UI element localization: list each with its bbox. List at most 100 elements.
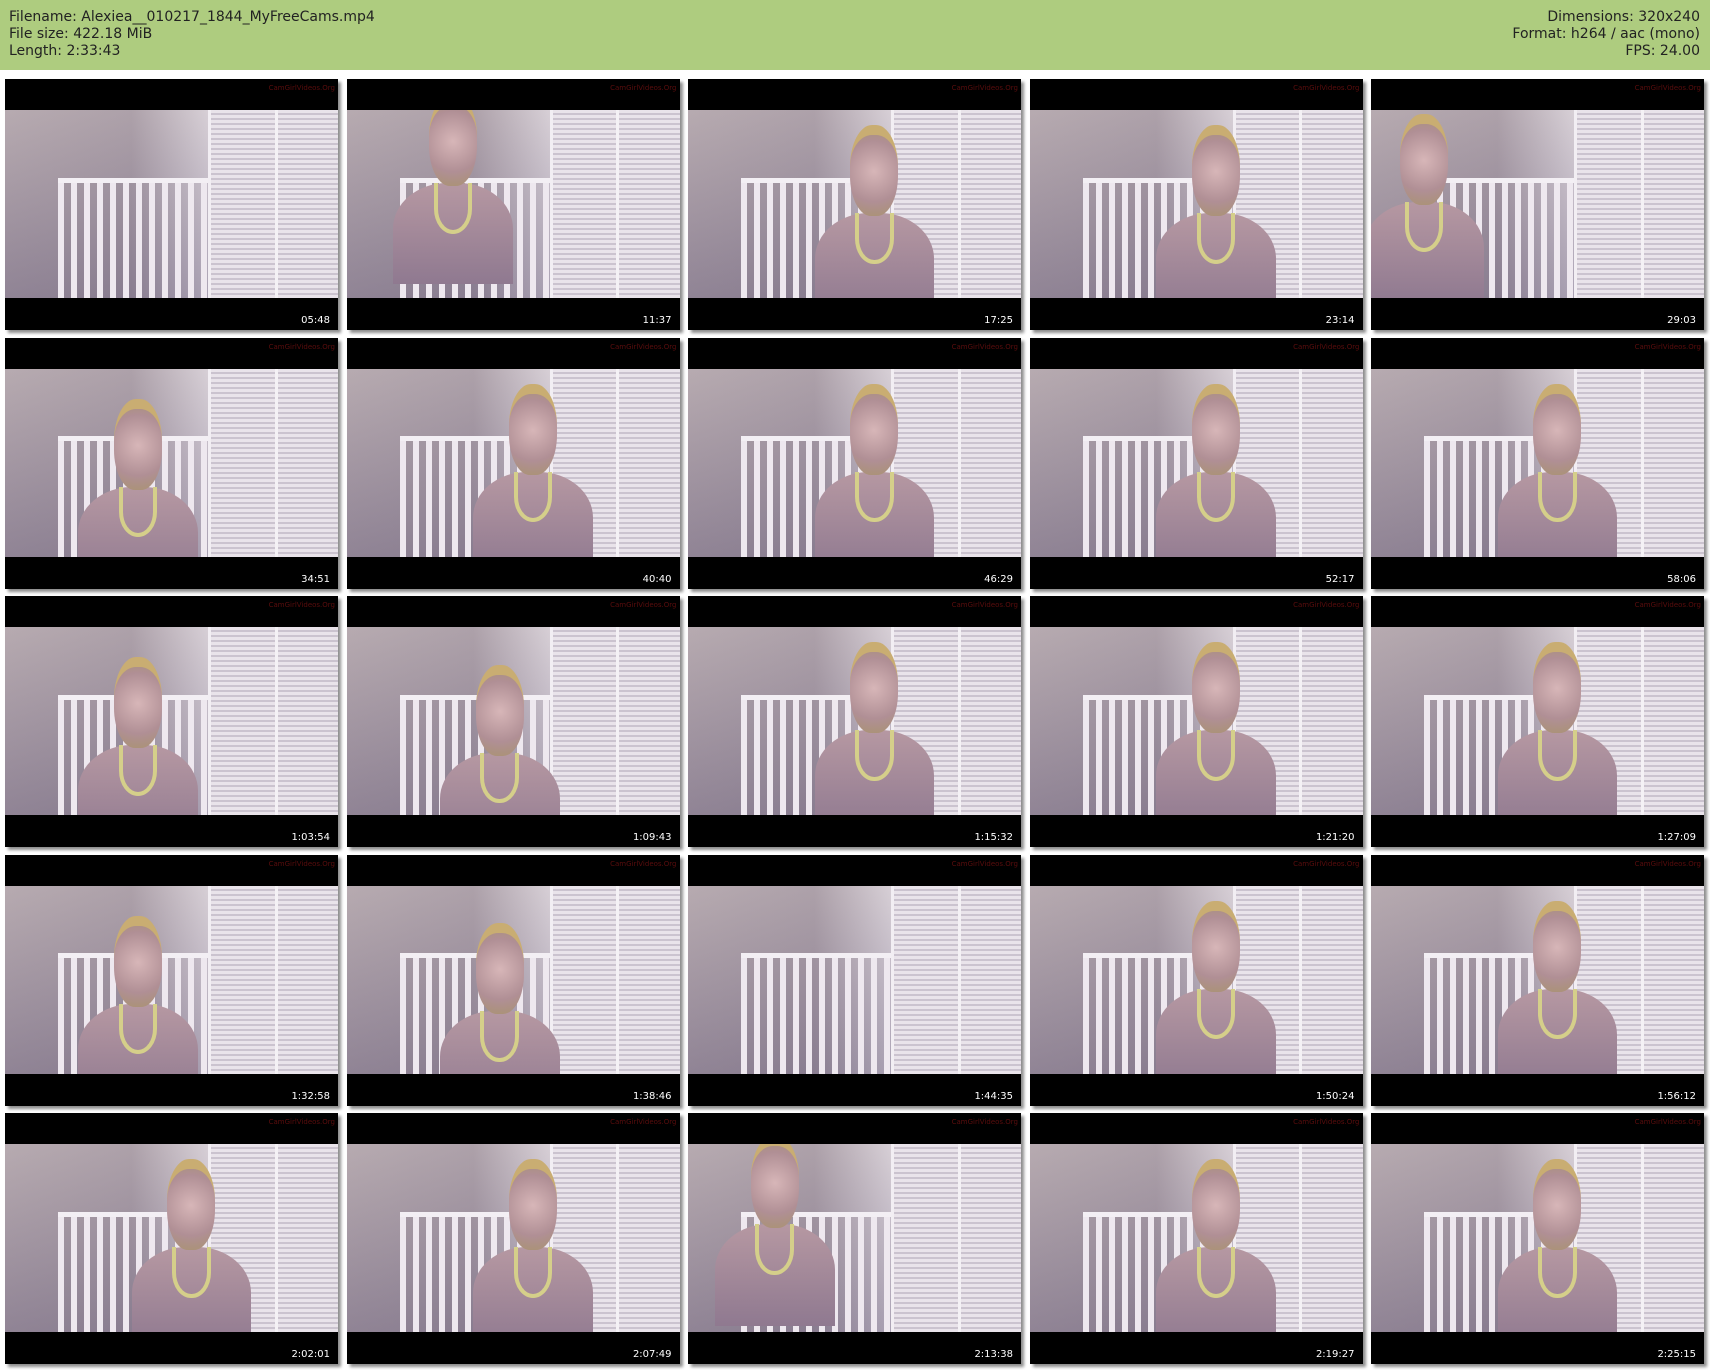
thumbnail[interactable]: CamGirlVideos.Org 46:29: [688, 337, 1021, 589]
thumbnail[interactable]: CamGirlVideos.Org 2:07:49: [346, 1113, 680, 1364]
person-strap: [1538, 1247, 1577, 1298]
person-head: [1533, 642, 1582, 734]
person-strap: [855, 213, 894, 264]
timestamp-label: 2:13:38: [974, 1349, 1013, 1360]
person-strap: [1196, 1247, 1236, 1298]
length-text: Length: 2:33:43: [9, 43, 121, 59]
video-frame-image: [346, 1144, 680, 1332]
closet-door-shape: [891, 885, 1021, 1074]
timestamp-label: 2:02:01: [291, 1349, 330, 1360]
file-info: Filename: Alexiea__010217_1844_MyFreeCam…: [9, 9, 375, 60]
thumbnail[interactable]: CamGirlVideos.Org 1:21:20: [1029, 596, 1363, 847]
video-frame-image: [688, 110, 1021, 298]
watermark-text: CamGirlVideos.Org: [951, 859, 1018, 868]
thumbnail[interactable]: CamGirlVideos.Org 1:27:09: [1371, 596, 1704, 847]
person-figure: [1497, 900, 1618, 1074]
thumbnail[interactable]: CamGirlVideos.Org 2:02:01: [5, 1113, 338, 1364]
person-head: [1533, 900, 1582, 992]
thumbnail[interactable]: CamGirlVideos.Org 1:15:32: [688, 596, 1021, 847]
person-figure: [1156, 900, 1276, 1074]
railing-shape: [741, 953, 895, 1074]
video-frame-image: [1029, 368, 1363, 557]
person-strap: [119, 745, 158, 796]
info-header: Filename: Alexiea__010217_1844_MyFreeCam…: [0, 0, 1710, 70]
closet-door-shape: [208, 110, 338, 298]
video-frame-image: [1371, 885, 1704, 1074]
video-frame-image: [1371, 627, 1704, 815]
timestamp-label: 1:50:24: [1315, 1090, 1355, 1102]
person-figure: [78, 915, 199, 1074]
person-strap: [513, 471, 553, 523]
watermark-text: CamGirlVideos.Org: [951, 342, 1018, 351]
watermark-text: CamGirlVideos.Org: [268, 1118, 335, 1126]
person-head: [1191, 900, 1240, 992]
person-head: [508, 383, 557, 475]
watermark-text: CamGirlVideos.Org: [951, 601, 1018, 609]
person-head: [1533, 383, 1582, 475]
person-strap: [1196, 730, 1236, 781]
person-strap: [1196, 988, 1236, 1040]
thumbnail[interactable]: CamGirlVideos.Org 1:50:24: [1029, 854, 1363, 1106]
thumbnail[interactable]: CamGirlVideos.Org 2:25:15: [1371, 1113, 1704, 1364]
person-figure: [439, 664, 560, 815]
thumbnail[interactable]: CamGirlVideos.Org 1:09:43: [346, 596, 680, 847]
closet-door-shape: [891, 1144, 1021, 1332]
closet-door-shape: [208, 368, 338, 557]
video-frame-image: [1029, 1144, 1363, 1332]
person-figure: [1156, 383, 1276, 557]
thumbnail[interactable]: CamGirlVideos.Org 1:32:58: [5, 854, 338, 1106]
filesize-text: File size: 422.18 MiB: [9, 26, 153, 42]
thumbnail[interactable]: CamGirlVideos.Org 23:14: [1029, 79, 1363, 330]
person-head: [850, 642, 899, 734]
video-frame-image: [5, 368, 338, 557]
person-strap: [513, 1247, 553, 1298]
person-strap: [172, 1247, 211, 1298]
person-head: [114, 915, 163, 1007]
person-figure: [473, 1159, 593, 1332]
video-frame-image: [688, 368, 1021, 557]
timestamp-label: 29:03: [1667, 315, 1696, 326]
timestamp-label: 17:25: [984, 315, 1013, 326]
person-head: [114, 657, 163, 749]
person-figure: [473, 383, 593, 557]
thumbnail[interactable]: CamGirlVideos.Org 40:40: [346, 337, 680, 589]
thumbnail[interactable]: CamGirlVideos.Org 52:17: [1029, 337, 1363, 589]
timestamp-label: 34:51: [301, 573, 330, 585]
person-strap: [1538, 730, 1577, 781]
thumbnail[interactable]: CamGirlVideos.Org 05:48: [5, 79, 338, 330]
timestamp-label: 11:37: [642, 315, 672, 326]
person-strap: [1196, 213, 1236, 264]
timestamp-label: 05:48: [301, 315, 330, 326]
person-head: [1191, 1159, 1240, 1251]
timestamp-label: 1:15:32: [974, 832, 1013, 843]
timestamp-label: 40:40: [642, 573, 672, 585]
thumbnail[interactable]: CamGirlVideos.Org 1:38:46: [346, 854, 680, 1106]
video-frame-image: [5, 885, 338, 1074]
person-head: [475, 923, 524, 1015]
person-head: [750, 1144, 799, 1228]
dimensions-text: Dimensions: 320x240: [1547, 9, 1700, 25]
thumbnail[interactable]: CamGirlVideos.Org 11:37: [346, 79, 680, 330]
thumbnail[interactable]: CamGirlVideos.Org 1:03:54: [5, 596, 338, 847]
thumbnail[interactable]: CamGirlVideos.Org 58:06: [1371, 337, 1704, 589]
thumbnail[interactable]: CamGirlVideos.Org 2:19:27: [1029, 1113, 1363, 1364]
person-figure: [814, 125, 935, 298]
person-figure: [393, 110, 513, 285]
person-head: [508, 1159, 557, 1251]
thumbnail[interactable]: CamGirlVideos.Org 2:13:38: [688, 1113, 1021, 1364]
thumbnail[interactable]: CamGirlVideos.Org 34:51: [5, 337, 338, 589]
person-head: [475, 664, 524, 756]
watermark-text: CamGirlVideos.Org: [268, 342, 335, 351]
thumbnail[interactable]: CamGirlVideos.Org 1:44:35: [688, 854, 1021, 1106]
thumbnail[interactable]: CamGirlVideos.Org 1:56:12: [1371, 854, 1704, 1106]
person-strap: [433, 182, 473, 234]
thumbnail[interactable]: CamGirlVideos.Org 17:25: [688, 79, 1021, 330]
format-text: Format: h264 / aac (mono): [1512, 26, 1700, 42]
timestamp-label: 1:21:20: [1315, 832, 1355, 843]
person-head: [850, 383, 899, 475]
closet-door-shape: [549, 885, 680, 1074]
timestamp-label: 1:32:58: [291, 1090, 330, 1102]
watermark-text: CamGirlVideos.Org: [1293, 84, 1360, 92]
video-frame-image: [1371, 368, 1704, 557]
thumbnail[interactable]: CamGirlVideos.Org 29:03: [1371, 79, 1704, 330]
